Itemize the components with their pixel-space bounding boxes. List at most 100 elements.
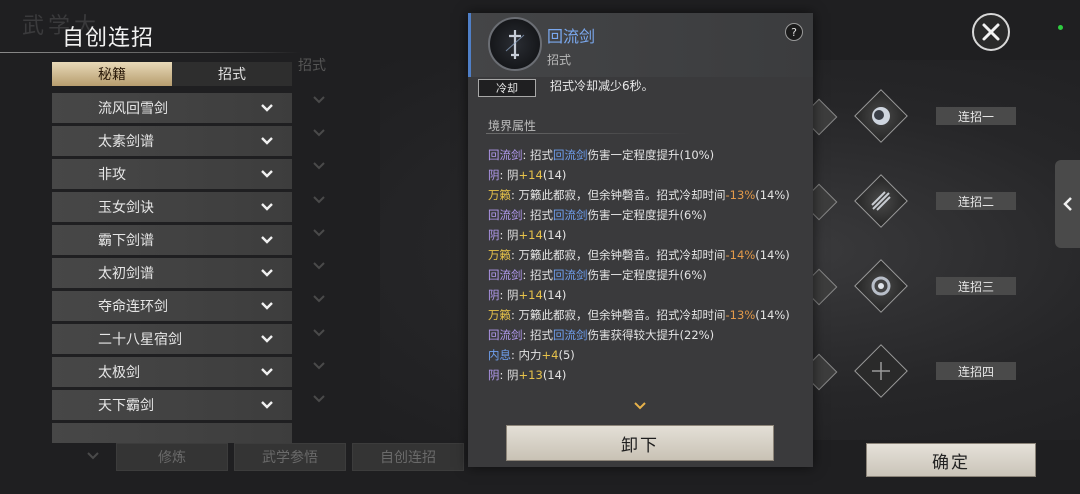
skill-name: 回流剑: [547, 27, 596, 46]
tab-moves[interactable]: 招式: [172, 62, 292, 86]
chevron-down-icon: [313, 295, 325, 303]
list-item-label: 太极剑: [98, 365, 140, 381]
help-icon[interactable]: ?: [785, 23, 803, 41]
status-dot: [1058, 25, 1063, 30]
list-item-label: 非攻: [98, 167, 126, 183]
attribute-value: (14%): [755, 248, 790, 262]
list-item-label: 玉女剑诀: [98, 200, 154, 216]
list-item-label: 太初剑谱: [98, 266, 154, 282]
separator: :: [511, 308, 519, 322]
tab-secret-book[interactable]: 秘籍: [52, 62, 172, 86]
attribute-source: 回流剑: [488, 268, 523, 282]
chevron-down-icon[interactable]: [260, 266, 274, 280]
attribute-source: 阴: [488, 368, 500, 382]
chevron-down-icon: [313, 162, 325, 170]
attribute-value: (14): [542, 368, 567, 382]
chevron-down-icon[interactable]: [260, 101, 274, 115]
attribute-reduction: -14%: [725, 248, 756, 262]
list-item[interactable]: 二十八星宿剑: [52, 324, 292, 354]
attribute-source: 回流剑: [488, 148, 523, 162]
attribute-prefix: 阴: [507, 228, 519, 242]
separator: :: [511, 348, 519, 362]
skill-header: 回流剑 招式 ?: [468, 13, 813, 77]
tab-moves-ghost: 招式: [298, 58, 326, 74]
combo-label-4[interactable]: 连招四: [936, 362, 1016, 380]
close-button[interactable]: [972, 13, 1010, 51]
chevron-down-icon: [313, 262, 325, 270]
combo-label-3[interactable]: 连招三: [936, 277, 1016, 295]
chevron-down-icon[interactable]: [260, 365, 274, 379]
chevron-down-icon[interactable]: [260, 299, 274, 313]
list-item[interactable]: 流风回雪剑: [52, 93, 292, 123]
unload-button[interactable]: 卸下: [506, 425, 774, 461]
attribute-source: 阴: [488, 228, 500, 242]
attribute-prefix: 阴: [507, 288, 519, 302]
martial-insight-button[interactable]: 武学参悟: [234, 443, 346, 471]
attribute-source: 万籁: [488, 188, 511, 202]
custom-combo-button[interactable]: 自创连招: [352, 443, 464, 471]
chevron-down-icon[interactable]: [260, 167, 274, 181]
skill-detail-popup: 回流剑 招式 ? 冷却 招式冷却减少6秒。 境界属性 回流剑: 招式回流剑伤害一…: [468, 13, 813, 467]
attribute-reduction: -13%: [725, 188, 756, 202]
attribute-row: 回流剑: 招式回流剑伤害一定程度提升(10%): [488, 147, 714, 163]
attribute-bonus: +4: [541, 348, 559, 362]
attribute-prefix: 招式: [530, 208, 554, 222]
list-item[interactable]: 玉女剑诀: [52, 192, 292, 222]
chevron-down-icon[interactable]: [260, 200, 274, 214]
combo-label-1[interactable]: 连招一: [936, 107, 1016, 125]
list-item-label: 太素剑谱: [98, 134, 154, 150]
attribute-source: 内息: [488, 348, 511, 362]
attribute-row: 回流剑: 招式回流剑伤害一定程度提升(6%): [488, 207, 707, 223]
attribute-value: (6%): [679, 268, 707, 282]
list-item[interactable]: 霸下剑谱: [52, 225, 292, 255]
attribute-bonus: +14: [518, 228, 543, 242]
attribute-row: 阴: 阴+14(14): [488, 167, 566, 183]
attribute-prefix: 招式: [530, 268, 554, 282]
skill-icon: [488, 17, 542, 71]
attribute-skill: 回流剑: [553, 328, 588, 342]
list-item[interactable]: [52, 423, 292, 443]
attribute-prefix: 阴: [507, 168, 519, 182]
separator: :: [499, 228, 508, 242]
attribute-source: 万籁: [488, 308, 511, 322]
attribute-text: 伤害一定程度提升: [587, 208, 680, 222]
attribute-text: 万籁此都寂，但余钟磬音。招式冷却时间: [518, 308, 726, 322]
attribute-source: 阴: [488, 168, 500, 182]
attribute-prefix: 招式: [530, 148, 554, 162]
list-item[interactable]: 天下霸剑: [52, 390, 292, 420]
separator: :: [499, 288, 508, 302]
attribute-row: 阴: 阴+13(14): [488, 367, 566, 383]
list-item-label: 流风回雪剑: [98, 101, 168, 117]
list-item[interactable]: 夺命连环剑: [52, 291, 292, 321]
attribute-text: 万籁此都寂，但余钟磬音。招式冷却时间: [518, 188, 726, 202]
chevron-down-icon: [87, 452, 99, 460]
combo-label-2[interactable]: 连招二: [936, 192, 1016, 210]
chevron-down-icon[interactable]: [260, 134, 274, 148]
attribute-row: 回流剑: 招式回流剑伤害一定程度提升(6%): [488, 267, 707, 283]
separator: :: [499, 168, 508, 182]
sword-strike-icon: [871, 191, 891, 211]
sword-icon: [505, 30, 525, 59]
chevron-down-icon[interactable]: [260, 233, 274, 247]
list-item[interactable]: 非攻: [52, 159, 292, 189]
attribute-value: (14): [542, 288, 567, 302]
chevron-down-icon: [313, 196, 325, 204]
chevron-down-icon: [313, 96, 325, 104]
list-item[interactable]: 太素剑谱: [52, 126, 292, 156]
side-panel-handle[interactable]: [1055, 160, 1080, 248]
chevron-down-icon[interactable]: [260, 332, 274, 346]
separator: :: [522, 148, 531, 162]
separator: :: [522, 268, 531, 282]
separator: :: [511, 248, 519, 262]
martial-book-list: 流风回雪剑太素剑谱非攻玉女剑诀霸下剑谱太初剑谱夺命连环剑 二十八星宿剑太极剑天下霸…: [52, 93, 292, 443]
list-item[interactable]: 太初剑谱: [52, 258, 292, 288]
chevron-down-icon[interactable]: [260, 398, 274, 412]
scroll-down-icon[interactable]: [634, 402, 646, 410]
close-x-icon: [982, 23, 1000, 41]
chevron-left-icon: [1062, 197, 1072, 211]
cultivate-button[interactable]: 修炼: [116, 443, 228, 471]
chevron-down-icon: [313, 129, 325, 137]
confirm-button[interactable]: 确定: [866, 443, 1036, 477]
list-item[interactable]: 太极剑: [52, 357, 292, 387]
chevron-down-icon: [313, 329, 325, 337]
